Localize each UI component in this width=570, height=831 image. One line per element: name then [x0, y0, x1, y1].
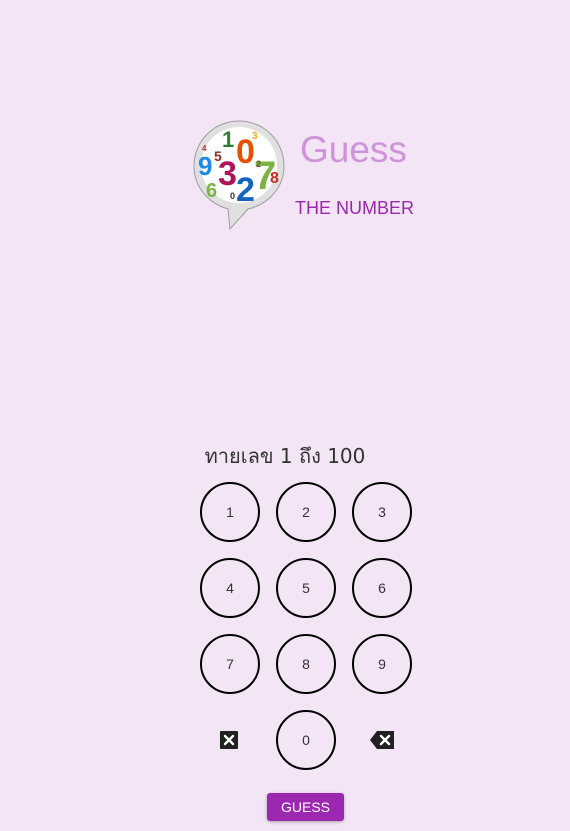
key-1[interactable]: 1 — [200, 482, 260, 542]
svg-text:0: 0 — [230, 191, 235, 201]
clear-button[interactable] — [214, 725, 244, 755]
svg-text:9: 9 — [198, 151, 212, 181]
svg-text:6: 6 — [206, 180, 217, 202]
svg-text:8: 8 — [270, 170, 279, 187]
key-7[interactable]: 7 — [200, 634, 260, 694]
key-2[interactable]: 2 — [276, 482, 336, 542]
svg-text:2: 2 — [236, 171, 255, 209]
key-6[interactable]: 6 — [352, 558, 412, 618]
guess-prompt: ทายเลข 1 ถึง 100 — [204, 444, 366, 468]
svg-text:3: 3 — [218, 155, 237, 193]
svg-text:1: 1 — [222, 127, 234, 152]
key-8[interactable]: 8 — [276, 634, 336, 694]
backspace-button[interactable] — [366, 725, 398, 755]
svg-text:4: 4 — [202, 144, 207, 153]
backspace-icon — [370, 731, 394, 749]
key-5[interactable]: 5 — [276, 558, 336, 618]
key-0[interactable]: 0 — [276, 710, 336, 770]
svg-text:2: 2 — [256, 159, 261, 169]
numbers-speech-bubble-icon: 1 0 9 5 3 7 2 6 3 2 4 0 8 — [193, 120, 285, 231]
app-subtitle: THE NUMBER — [295, 198, 415, 218]
key-9[interactable]: 9 — [352, 634, 412, 694]
key-4[interactable]: 4 — [200, 558, 260, 618]
key-3[interactable]: 3 — [352, 482, 412, 542]
app-title: Guess — [300, 129, 407, 170]
svg-text:3: 3 — [252, 131, 258, 142]
guess-button[interactable]: GUESS — [267, 793, 344, 821]
clear-box-icon — [220, 731, 238, 749]
